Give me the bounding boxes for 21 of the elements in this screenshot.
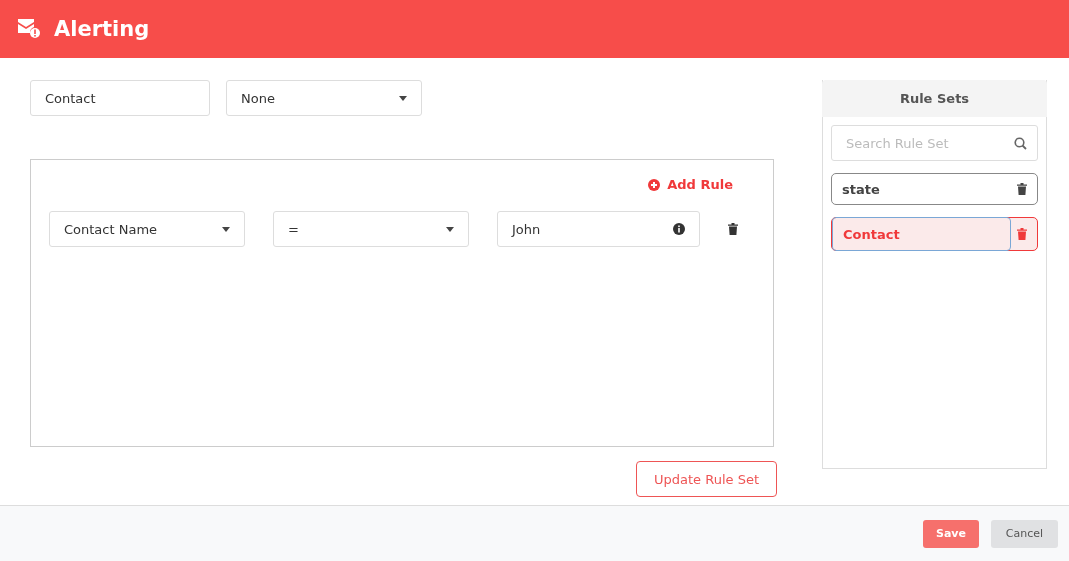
cancel-button[interactable]: Cancel bbox=[991, 519, 1058, 548]
name-field[interactable]: Contact bbox=[30, 80, 210, 116]
caret-icon bbox=[399, 95, 407, 101]
plus-circle-icon bbox=[648, 178, 661, 191]
rule-set-item[interactable]: state bbox=[831, 173, 1038, 205]
caret-icon bbox=[446, 226, 454, 232]
search-icon bbox=[1014, 137, 1027, 150]
mail-alert-icon bbox=[18, 19, 40, 39]
caret-icon bbox=[222, 226, 230, 232]
page-title: Alerting bbox=[54, 17, 150, 41]
trash-icon[interactable] bbox=[1017, 183, 1027, 195]
update-rule-set-button[interactable]: Update Rule Set bbox=[636, 461, 777, 497]
operator-dropdown[interactable]: = bbox=[273, 211, 469, 247]
add-rule-button[interactable]: Add Rule bbox=[642, 176, 739, 193]
value-field[interactable]: John bbox=[497, 211, 700, 247]
info-icon bbox=[673, 223, 685, 235]
trash-icon[interactable] bbox=[728, 223, 738, 235]
search-field[interactable]: Search Rule Set bbox=[831, 125, 1038, 161]
panel-title: Rule Sets bbox=[822, 80, 1047, 117]
field-dropdown[interactable]: Contact Name bbox=[49, 211, 245, 247]
type-dropdown[interactable]: None bbox=[226, 80, 422, 116]
